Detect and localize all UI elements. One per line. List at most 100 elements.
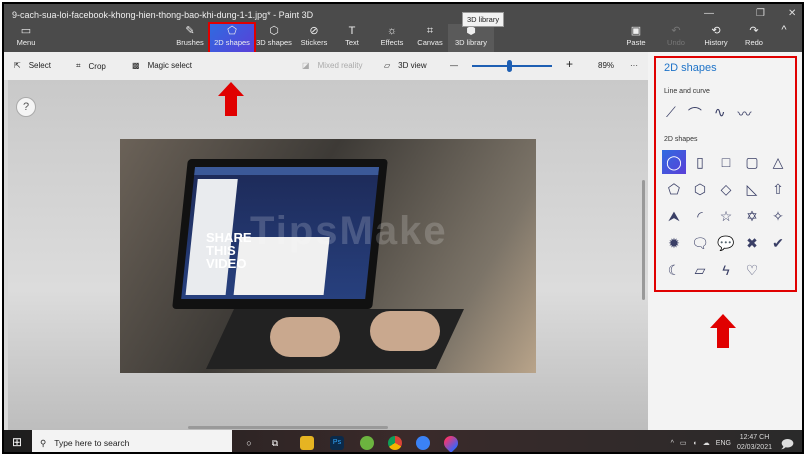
quarter-circle-shape-icon[interactable]: ◜	[688, 204, 712, 228]
crop-button[interactable]: ⌗ Crop	[76, 61, 106, 71]
shape-grid: ◯ ▯ □ ▢ △ ⬠ ⬡ ◇ ◺ ⇧ ⮝ ◜ ☆ ✡ ✧ ✹ 🗨 💬 ✖ ✔ ☾ ▱ ϟ ♡	[662, 150, 792, 285]
s-curve-icon[interactable]: ∿	[714, 104, 726, 124]
hand-picture	[270, 317, 340, 357]
zoom-in-button[interactable]: +	[566, 57, 573, 71]
help-button[interactable]: ?	[16, 97, 36, 117]
tool-canvas[interactable]: ⌗ Canvas	[408, 24, 452, 52]
clock[interactable]: 12:47 CH 02/03/2021	[736, 433, 772, 452]
paste-icon: ▣	[630, 25, 642, 37]
photoshop-icon[interactable]: Ps	[330, 436, 344, 450]
shape-section-label: 2D shapes	[664, 136, 698, 143]
cortana-icon[interactable]: ○	[242, 436, 256, 450]
thought-bubble-shape-icon[interactable]: 💬	[714, 231, 738, 255]
heart-shape-icon[interactable]: ♡	[740, 258, 764, 282]
tool-2d-shapes[interactable]: ⬠ 2D shapes	[208, 22, 256, 54]
star-6-shape-icon[interactable]: ✡	[740, 204, 764, 228]
arrowhead-shape-icon[interactable]: ⮝	[662, 204, 686, 228]
tool-3d-library[interactable]: ⬢ 3D library	[448, 24, 494, 52]
cube-icon: ⬡	[269, 25, 279, 37]
tool-label: Brushes	[176, 38, 204, 47]
arrow-up-shape-icon[interactable]: ⇧	[766, 177, 790, 201]
annotation-arrow-up	[218, 82, 244, 116]
horizontal-scrollbar[interactable]	[188, 426, 388, 429]
magic-select-button[interactable]: ▩ Magic select	[132, 61, 192, 70]
mixed-reality-label: Mixed reality	[317, 61, 363, 70]
wave-curve-icon[interactable]: 〰	[738, 104, 752, 124]
restore-button[interactable]: ❐	[756, 8, 765, 19]
vertical-scrollbar[interactable]	[642, 180, 645, 300]
sub-toolbar: ⇱ Select ⌗ Crop ▩ Magic select ◪ Mixed reali…	[4, 52, 648, 80]
diamond-shape-icon[interactable]: ◇	[714, 177, 738, 201]
star-4-shape-icon[interactable]: ✧	[766, 204, 790, 228]
check-shape-icon[interactable]: ✔	[766, 231, 790, 255]
undo-icon: ↶	[671, 25, 681, 37]
volume-icon[interactable]: ◖	[693, 440, 697, 447]
menu-button[interactable]: ▭ Menu	[4, 24, 48, 52]
canvas-area[interactable]: ? SHARE THIS VIDEO TipsMake	[8, 80, 648, 430]
menu-label: Menu	[16, 38, 36, 47]
speech-bubble-shape-icon[interactable]: 🗨	[688, 231, 712, 255]
redo-label: Redo	[745, 38, 763, 47]
system-tray: ^ ▭ ◖ ☁ ENG 12:47 CH 02/03/2021	[671, 433, 772, 452]
paste-button[interactable]: ▣ Paste	[614, 24, 658, 52]
app-icon[interactable]	[360, 436, 374, 450]
line-icon[interactable]: ⟋	[666, 104, 676, 124]
file-explorer-icon[interactable]	[300, 436, 314, 450]
minimize-button[interactable]: —	[704, 8, 714, 19]
onedrive-icon[interactable]: ☁	[703, 439, 710, 447]
tool-text[interactable]: T Text	[330, 24, 374, 52]
chrome-icon[interactable]	[388, 436, 402, 450]
tool-label: Canvas	[417, 38, 443, 47]
task-view-icon[interactable]: ⧉	[268, 436, 282, 450]
cross-shape-icon[interactable]: ✖	[740, 231, 764, 255]
curve-icon[interactable]: ⌒	[688, 104, 702, 124]
select-label: Select	[28, 61, 51, 70]
square-shape-icon[interactable]: □	[714, 150, 738, 174]
messenger-icon[interactable]	[416, 436, 430, 450]
zoom-slider[interactable]	[472, 60, 552, 72]
tool-label: 3D library	[454, 38, 488, 47]
show-hidden-icons-icon[interactable]: ^	[671, 440, 674, 447]
circle-shape-icon[interactable]: ◯	[662, 150, 686, 174]
clock-date: 02/03/2021	[736, 444, 772, 451]
taskbar-search[interactable]: ⚲ Type here to search	[32, 430, 232, 452]
3d-view-button[interactable]: ▱ 3D view	[384, 61, 427, 70]
tool-3d-shapes[interactable]: ⬡ 3D shapes	[252, 24, 296, 52]
burst-shape-icon[interactable]: ✹	[662, 231, 686, 255]
canvas-image[interactable]: SHARE THIS VIDEO TipsMake	[120, 139, 536, 373]
star-5-shape-icon[interactable]: ☆	[714, 204, 738, 228]
panel-title: 2D shapes	[664, 62, 717, 74]
triangle-shape-icon[interactable]: △	[766, 150, 790, 174]
lightning-shape-icon[interactable]: ϟ	[714, 258, 738, 282]
rounded-square-shape-icon[interactable]: ▢	[740, 150, 764, 174]
undo-button[interactable]: ↶ Undo	[654, 24, 698, 52]
magic-select-icon: ▩	[132, 61, 140, 70]
window-title: 9-cach-sua-loi-facebook-khong-hien-thong…	[12, 10, 314, 20]
zoom-level[interactable]: 89%	[598, 61, 614, 70]
mixed-reality-button[interactable]: ◪ Mixed reality	[302, 61, 362, 70]
notifications-icon[interactable]: 🗩	[781, 435, 794, 452]
zoom-out-button[interactable]: —	[450, 61, 458, 70]
capsule-shape-icon[interactable]: ▯	[688, 150, 712, 174]
more-button[interactable]: ···	[630, 61, 638, 70]
banner-shape-icon[interactable]: ▱	[688, 258, 712, 282]
close-button[interactable]: ✕	[788, 8, 796, 19]
moon-shape-icon[interactable]: ☾	[662, 258, 686, 282]
annotation-arrow-up	[710, 314, 736, 348]
tool-label: 2D shapes	[214, 38, 250, 47]
network-icon[interactable]: ▭	[680, 439, 687, 447]
windows-start-icon[interactable]: ⊞	[12, 435, 22, 449]
search-placeholder: Type here to search	[54, 438, 130, 448]
annotation-highlight-box: 2D shapes Line and curve ⟋ ⌒ ∿ 〰 2D shap…	[654, 56, 797, 292]
crop-icon: ⌗	[76, 61, 81, 70]
zoom-slider-knob[interactable]	[507, 60, 513, 72]
language-indicator[interactable]: ENG	[716, 440, 731, 447]
paint3d-taskbar-icon[interactable]	[441, 433, 461, 452]
search-icon: ⚲	[40, 437, 47, 448]
collapse-ribbon-button[interactable]: ^	[770, 24, 798, 52]
right-triangle-shape-icon[interactable]: ◺	[740, 177, 764, 201]
select-button[interactable]: ⇱ Select	[14, 61, 51, 70]
tool-brushes[interactable]: ✎ Brushes	[168, 24, 212, 52]
pentagon-shape-icon[interactable]: ⬠	[662, 177, 686, 201]
hexagon-shape-icon[interactable]: ⬡	[688, 177, 712, 201]
